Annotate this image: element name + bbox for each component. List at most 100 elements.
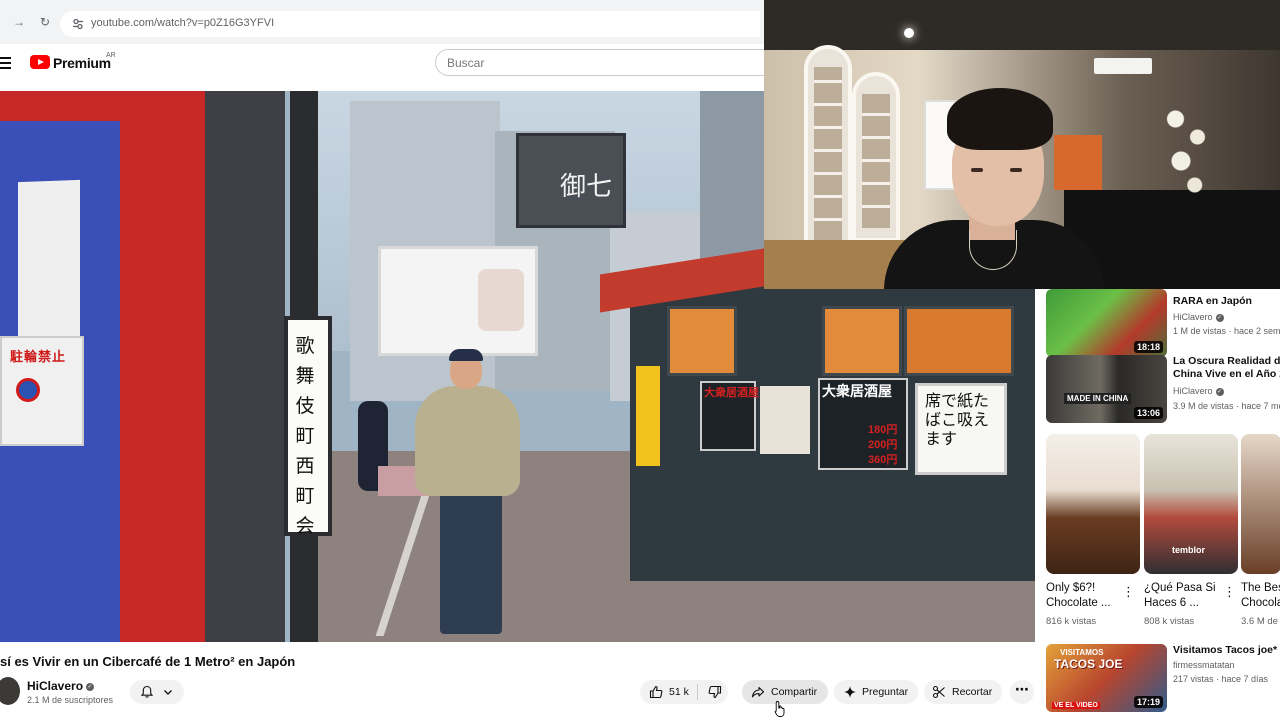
ask-label: Preguntar [862,686,909,698]
video-title: sí es Vivir en un Cibercafé de 1 Metro² … [0,654,296,669]
short-views: 808 k vistas [1144,616,1195,627]
video-person-jacket [415,386,520,496]
recommendation-meta: 3.9 M de vistas · hace 7 mes [1173,401,1280,411]
no-bicycle-icon [16,378,40,402]
short-title-line[interactable]: Chocola [1241,596,1280,611]
video-menu-board-title: 大衆居酒屋 [822,384,892,400]
video-shop-window [904,306,1014,376]
recommendation-channel[interactable]: HiClavero ✓ [1173,386,1224,396]
video-person-cap [449,349,483,361]
short-thumbnail[interactable]: temblor [1144,434,1238,574]
webcam-person-eye [971,168,983,172]
video-shop-window [667,306,737,376]
webcam-arched-door [804,45,852,255]
recommendation-meta: 217 vistas · hace 7 días [1173,674,1269,684]
video-person-legs [440,489,502,634]
menu-icon[interactable] [0,57,12,69]
duration-badge: 13:06 [1133,407,1163,419]
webcam-overlay [764,0,1280,289]
ask-button[interactable]: Preguntar [834,680,918,704]
video-billboard-image [478,269,524,331]
video-price-label: 180円 [868,424,898,436]
short-title-line[interactable]: The Bes [1241,581,1280,596]
verified-icon: ✓ [1215,313,1224,322]
search-input[interactable]: Buscar [435,49,775,76]
webcam-person-hair [947,88,1053,150]
thumbnail-label: VISITAMOS [1060,648,1104,657]
clip-button[interactable]: Recortar [924,680,1002,704]
video-yellow-banner [636,366,660,466]
thumbnail-label: VE EL VIDEO [1052,702,1100,709]
recommendation-thumbnail[interactable]: MADE IN CHINA 13:06 [1046,355,1167,423]
recommendation-title[interactable]: La Oscura Realidad de p China Vive en el… [1173,355,1280,381]
country-code: AR [106,52,116,59]
recommendation-item[interactable]: VISITAMOS TACOS JOE VE EL VIDEO 17:19 Vi… [1046,644,1280,712]
video-dark-sign-text: 御七 [560,172,613,202]
channel-name[interactable]: HiClavero ✓ [27,679,95,693]
short-overlay-text: temblor [1172,545,1206,555]
video-wall-poster [18,179,80,343]
recommendation-title-line[interactable]: La Oscura Realidad de p [1173,355,1280,368]
thumbnail-label: TACOS JOE [1054,657,1123,671]
verified-icon: ✓ [1215,387,1224,396]
chevron-down-icon [164,690,172,695]
short-views: 3.6 M de [1241,616,1278,627]
reload-icon[interactable]: ↻ [38,15,52,29]
address-bar[interactable]: youtube.com/watch?v=p0Z16G3YFVI [60,11,760,37]
video-menu-board-title: 大衆居酒屋 [704,387,759,399]
dislike-button[interactable] [708,685,722,699]
sparkle-icon [844,686,856,698]
webcam-person-eye [1010,168,1022,172]
thumbnail-label: MADE IN CHINA [1064,393,1132,404]
short-thumbnail[interactable] [1046,434,1140,574]
like-count[interactable]: 51 k [669,686,689,698]
webcam-arched-door [852,72,900,242]
recommendation-channel[interactable]: HiClavero ✓ [1173,312,1224,322]
bell-icon [140,685,154,698]
search-placeholder: Buscar [447,56,485,70]
short-title-line[interactable]: Only $6?! [1046,581,1130,596]
video-price-label: 360円 [868,454,898,466]
recommendations-sidebar: 18:18 RARA en Japón HiClavero ✓ 1 M de vi… [1035,289,1280,720]
recommendation-meta: 1 M de vistas · hace 2 sema [1173,326,1280,336]
short-title[interactable]: The Bes Chocola [1241,581,1280,611]
subscribed-button[interactable] [130,680,184,704]
video-no-parking-sign: 駐輪禁止 [0,336,84,446]
share-icon [751,686,765,698]
recommendation-title[interactable]: RARA en Japón [1173,295,1280,308]
duration-badge: 17:19 [1133,696,1163,708]
recommendation-title[interactable]: Visitamos Tacos joe* [1173,644,1280,657]
recommendation-item[interactable]: MADE IN CHINA 13:06 La Oscura Realidad d… [1046,355,1280,423]
short-title[interactable]: ¿Qué Pasa Si Haces 6 ... [1144,581,1228,611]
forward-icon[interactable]: → [12,15,26,29]
short-title-line[interactable]: Chocolate ... [1046,596,1130,611]
more-vert-icon[interactable]: ⋮ [1122,585,1135,601]
verified-icon: ✓ [86,682,95,691]
short-title-line[interactable]: Haces 6 ... [1144,596,1228,611]
more-actions-button[interactable]: ⋯ [1010,680,1034,704]
recommendation-thumbnail[interactable]: 18:18 [1046,289,1167,357]
duration-badge: 18:18 [1133,341,1163,353]
like-dislike-group: 51 k [640,680,728,704]
video-price-label: 200円 [868,439,898,451]
short-thumbnail[interactable] [1241,434,1280,574]
youtube-header: Premium AR Buscar [0,44,775,91]
video-street-sign-text: 歌舞伎町西町会 [295,335,315,537]
site-settings-icon[interactable] [72,18,84,30]
recommendation-thumbnail[interactable]: VISITAMOS TACOS JOE VE EL VIDEO 17:19 [1046,644,1167,712]
short-title-line[interactable]: ¿Qué Pasa Si [1144,581,1228,596]
like-button[interactable] [649,685,663,699]
subscriber-count: 2.1 M de suscriptores [27,695,114,705]
youtube-logo-icon[interactable] [30,55,50,69]
video-white-board-text: 席で紙たばこ吸えます [925,391,990,448]
recommendation-channel[interactable]: firmessmatatan [1173,660,1235,670]
url-text[interactable]: youtube.com/watch?v=p0Z16G3YFVI [91,17,274,29]
webcam-flowers [1159,95,1214,215]
youtube-premium-wordmark[interactable]: Premium [53,55,111,71]
more-vert-icon[interactable]: ⋮ [1223,585,1236,601]
recommendation-title-line[interactable]: China Vive en el Año 204 [1173,368,1280,381]
video-alley [205,91,285,642]
avatar[interactable] [0,677,20,705]
recommendation-item[interactable]: 18:18 RARA en Japón HiClavero ✓ 1 M de vi… [1046,289,1280,357]
short-title[interactable]: Only $6?! Chocolate ... [1046,581,1130,611]
